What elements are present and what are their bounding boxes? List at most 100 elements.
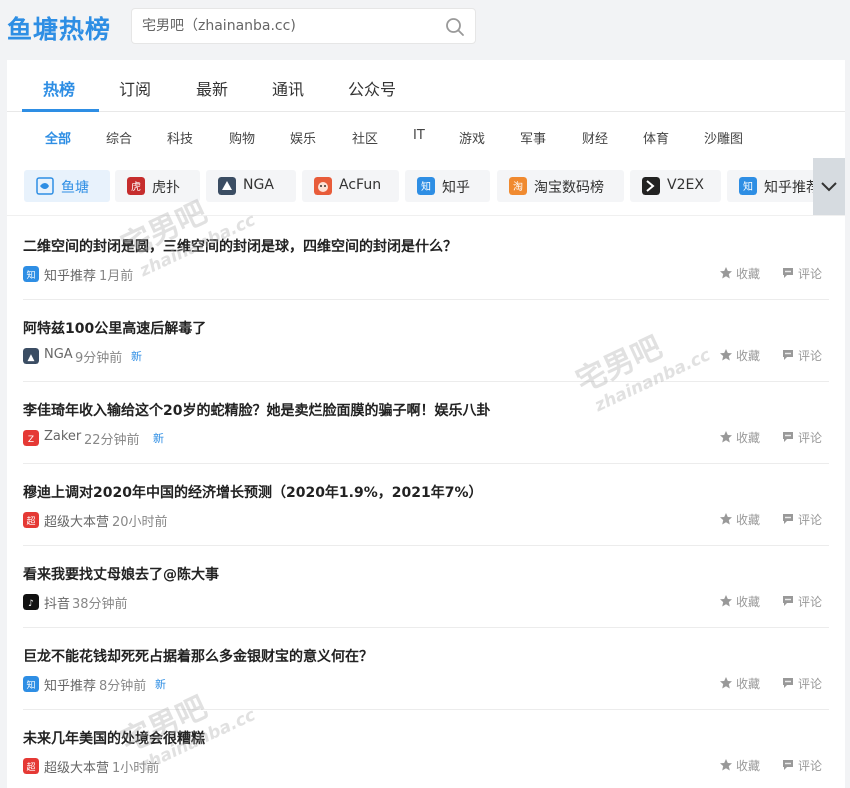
item-title[interactable]: 穆迪上调对2020年中国的经济增长预测（2020年1.9%，2021年7%） [23, 482, 483, 502]
comment-button[interactable]: 评论 [781, 757, 822, 774]
category-community[interactable]: 社区 [352, 128, 378, 147]
category-shopping[interactable]: 购物 [229, 128, 255, 147]
source-chip-label: 淘宝数码榜 [534, 180, 604, 196]
zhihu-rec-icon: 知 [23, 266, 39, 282]
item-source[interactable]: 知乎推荐 [44, 265, 96, 284]
category-entertainment[interactable]: 娱乐 [290, 128, 316, 147]
search-icon[interactable] [445, 17, 465, 37]
comment-icon [783, 678, 793, 688]
list-item[interactable]: 巨龙不能花钱却死死占据着那么多金银财宝的意义何在？ 知知乎推荐 8分钟前新 收藏 评论 [23, 628, 829, 710]
favorite-button[interactable]: 收藏 [719, 757, 760, 774]
item-title[interactable]: 未来几年美国的处境会很糟糕 [23, 728, 205, 748]
favorite-button[interactable]: 收藏 [719, 429, 760, 446]
source-chip-label: 虎扑 [152, 180, 180, 196]
chaoji-icon: 超 [23, 512, 39, 528]
svg-text:知: 知 [26, 679, 35, 691]
category-it[interactable]: IT [413, 128, 425, 143]
item-source[interactable]: 超级大本营 [44, 757, 109, 776]
category-sports[interactable]: 体育 [643, 128, 669, 147]
hot-list: 二维空间的封闭是圆，三维空间的封闭是球，四维空间的封闭是什么？知知乎推荐 1月前收… [23, 218, 829, 788]
category-general[interactable]: 综合 [106, 128, 132, 147]
taobao-icon: 淘 [509, 177, 527, 195]
zhihu-rec-icon: 知 [739, 177, 757, 195]
comment-button[interactable]: 评论 [781, 347, 822, 364]
item-title[interactable]: 李佳琦年收入输给这个20岁的蛇精脸？她是卖烂脸面膜的骗子啊！娱乐八卦 [23, 400, 490, 420]
item-source[interactable]: NGA [44, 347, 73, 362]
source-chip-fishpond[interactable]: 鱼塘 [24, 170, 110, 202]
expand-sources-button[interactable] [813, 158, 845, 215]
item-title[interactable]: 看来我要找丈母娘去了@陈大事 [23, 564, 219, 584]
category-all[interactable]: 全部 [45, 128, 71, 147]
item-source[interactable]: 知乎推荐 [44, 675, 96, 694]
category-funny-pics[interactable]: 沙雕图 [704, 128, 743, 147]
site-logo[interactable]: 鱼塘热榜 [7, 10, 111, 46]
comment-button[interactable]: 评论 [781, 429, 822, 446]
list-item[interactable]: 二维空间的封闭是圆，三维空间的封闭是球，四维空间的封闭是什么？ 知知乎推荐 1月前 收… [23, 218, 829, 300]
new-badge: 新 [155, 678, 166, 691]
star-icon [720, 431, 732, 443]
item-source[interactable]: Zaker [44, 429, 81, 444]
comment-button[interactable]: 评论 [781, 265, 822, 282]
list-item[interactable]: 看来我要找丈母娘去了@陈大事 ♪ 抖音 38分钟前 收藏 评论 [23, 546, 829, 628]
item-title[interactable]: 二维空间的封闭是圆，三维空间的封闭是球，四维空间的封闭是什么？ [23, 236, 457, 256]
favorite-button[interactable]: 收藏 [719, 675, 760, 692]
svg-text:虎: 虎 [131, 181, 141, 193]
favorite-button[interactable]: 收藏 [719, 347, 760, 364]
nga-icon: ▲ [23, 348, 39, 364]
item-time: 8分钟前 [99, 679, 147, 694]
source-chip-acfun[interactable]: AcFun [302, 170, 399, 202]
comment-label: 评论 [798, 349, 823, 363]
favorite-button[interactable]: 收藏 [719, 265, 760, 282]
item-source[interactable]: 超级大本营 [44, 511, 109, 530]
category-games[interactable]: 游戏 [459, 128, 485, 147]
category-bar: 全部 综合 科技 购物 娱乐 社区 IT 游戏 军事 财经 体育 沙雕图 [7, 112, 845, 158]
item-title[interactable]: 巨龙不能花钱却死死占据着那么多金银财宝的意义何在？ [23, 646, 373, 666]
tab-official-accounts[interactable]: 公众号 [348, 76, 396, 100]
item-source[interactable]: 抖音 [44, 593, 70, 612]
source-chip-taobao[interactable]: 淘 淘宝数码榜 [497, 170, 624, 202]
comment-label: 评论 [798, 595, 823, 609]
comment-icon [783, 514, 793, 524]
source-bar: 鱼塘 虎 虎扑 NGA AcFun 知 知乎 淘 淘宝数码榜 V2EX 知 知乎… [7, 158, 845, 216]
source-chip-label: AcFun [339, 177, 382, 193]
source-chip-hupu[interactable]: 虎 虎扑 [115, 170, 200, 202]
favorite-label: 收藏 [736, 677, 761, 691]
header: 鱼塘热榜 [0, 0, 850, 58]
comment-button[interactable]: 评论 [781, 511, 822, 528]
tab-hot[interactable]: 热榜 [43, 76, 75, 100]
favorite-label: 收藏 [736, 349, 761, 363]
favorite-label: 收藏 [736, 513, 761, 527]
item-meta: 知知乎推荐 1月前 收藏 评论 [23, 265, 829, 284]
star-icon [720, 759, 732, 771]
tab-latest[interactable]: 最新 [196, 76, 228, 100]
category-finance[interactable]: 财经 [582, 128, 608, 147]
zhihu-icon: 知 [417, 177, 435, 195]
category-tech[interactable]: 科技 [167, 128, 193, 147]
source-chip-v2ex[interactable]: V2EX [630, 170, 721, 202]
list-item[interactable]: 阿特兹100公里高速后解毒了 ▲ NGA 9分钟前新 收藏 评论 [23, 300, 829, 382]
item-title[interactable]: 阿特兹100公里高速后解毒了 [23, 318, 206, 338]
comment-button[interactable]: 评论 [781, 675, 822, 692]
source-chip-nga[interactable]: NGA [206, 170, 296, 202]
list-item[interactable]: 李佳琦年收入输给这个20岁的蛇精脸？她是卖烂脸面膜的骗子啊！娱乐八卦 Z Zaker… [23, 382, 829, 464]
comment-icon [783, 432, 793, 442]
tab-news[interactable]: 通讯 [272, 76, 304, 100]
favorite-button[interactable]: 收藏 [719, 511, 760, 528]
list-item[interactable]: 穆迪上调对2020年中国的经济增长预测（2020年1.9%，2021年7%） 超超… [23, 464, 829, 546]
item-meta: ♪ 抖音 38分钟前 收藏 评论 [23, 593, 829, 612]
source-chip-zhihu[interactable]: 知 知乎 [405, 170, 490, 202]
zaker-icon: Z [23, 430, 39, 446]
favorite-button[interactable]: 收藏 [719, 593, 760, 610]
svg-text:知: 知 [743, 180, 753, 193]
item-meta: 知知乎推荐 8分钟前新 收藏 评论 [23, 675, 829, 694]
svg-text:知: 知 [26, 269, 35, 281]
chaoji-icon: 超 [23, 758, 39, 774]
search-input[interactable] [142, 9, 432, 43]
item-meta: ▲ NGA 9分钟前新 收藏 评论 [23, 347, 829, 366]
tab-subscribe[interactable]: 订阅 [119, 76, 151, 100]
list-item[interactable]: 未来几年美国的处境会很糟糕超超级大本营 1小时前 收藏 评论 [23, 710, 829, 788]
comment-label: 评论 [798, 677, 823, 691]
category-military[interactable]: 军事 [520, 128, 546, 147]
comment-button[interactable]: 评论 [781, 593, 822, 610]
chevron-down-icon [821, 182, 837, 192]
